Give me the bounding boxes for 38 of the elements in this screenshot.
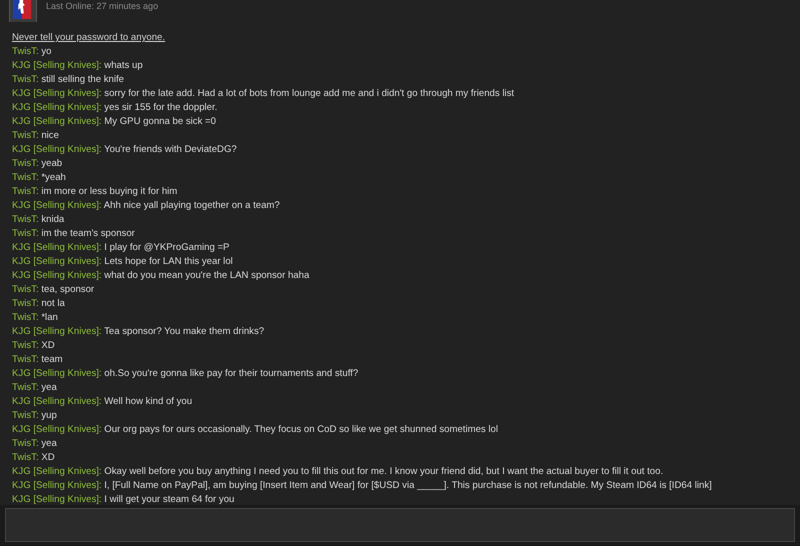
chat-message: KJG [Selling Knives]: Well how kind of you	[12, 395, 194, 409]
chat-message: KJG [Selling Knives]: I will get your steam 64 for you	[12, 493, 236, 505]
chat-message: KJG [Selling Knives]: You're friends with DeviateDG?	[12, 143, 238, 157]
chat-message: TwisT: im more or less buying it for him	[12, 185, 178, 199]
avatar[interactable]	[9, 0, 37, 22]
chat-message: TwisT: *yeah	[12, 171, 67, 185]
chat-message: TwisT: yeab	[12, 157, 64, 171]
chat-message: KJG [Selling Knives]: Tea sponsor? You make them drinks?	[12, 325, 266, 339]
chat-message: TwisT: yea	[12, 381, 58, 395]
chat-message: KJG [Selling Knives]: My GPU gonna be sick =0	[12, 115, 217, 129]
chat-message: TwisT: nice	[12, 129, 60, 143]
chat-message: TwisT: still selling the knife	[12, 73, 125, 87]
chat-message: TwisT: team	[12, 353, 64, 367]
chat-message: KJG [Selling Knives]: Our org pays for ours occasionally. They focus on CoD so like we get shunned sometimes lol	[12, 423, 499, 437]
chat-message: KJG [Selling Knives]: what do you mean you're the LAN sponsor haha	[12, 269, 310, 283]
chat-message: TwisT: yup	[12, 409, 58, 423]
chat-message: KJG [Selling Knives]: oh.So you're gonna like pay for their tournaments and stuff?	[12, 367, 360, 381]
last-online-status: Last Online: 27 minutes ago	[46, 1, 158, 11]
chat-message: TwisT: *lan	[12, 311, 59, 325]
chat-message: TwisT: im the team's sponsor	[12, 227, 136, 241]
chat-message: KJG [Selling Knives]: yes sir 155 for the doppler.	[12, 101, 218, 115]
chat-message: TwisT: XD	[12, 451, 56, 465]
chat-message: KJG [Selling Knives]: Okay well before you buy anything I need you to fill this out for me. I know your friend did, but I want the actual buyer to fill it out too.	[12, 465, 664, 479]
security-notice: Never tell your password to anyone.	[12, 31, 166, 45]
chat-message: KJG [Selling Knives]: Lets hope for LAN this year lol	[12, 255, 234, 269]
chat-message: TwisT: yea	[12, 437, 58, 451]
logo-icon	[11, 0, 33, 19]
message-input[interactable]	[5, 508, 795, 542]
chat-message: TwisT: tea, sponsor	[12, 283, 96, 297]
chat-message: KJG [Selling Knives]: I, [Full Name on PayPal], am buying [Insert Item and Wear] for [$USD via _____]. This purchase is not refundable. My Steam ID64 is [ID64 link]	[12, 479, 713, 493]
chat-message: KJG [Selling Knives]: I play for @YKProGaming =P	[12, 241, 230, 255]
chat-message: TwisT: XD	[12, 339, 56, 353]
chat-message: TwisT: knida	[12, 213, 66, 227]
chat-message: KJG [Selling Knives]: sorry for the late add. Had a lot of bots from lounge add me and i didn't go through my friends list	[12, 87, 516, 101]
chat-message: TwisT: not la	[12, 297, 66, 311]
chat-message: TwisT: yo	[12, 45, 52, 59]
chat-message: KJG [Selling Knives]: whats up	[12, 59, 144, 73]
chat-message: KJG [Selling Knives]: Ahh nice yall playing together on a team?	[12, 199, 281, 213]
